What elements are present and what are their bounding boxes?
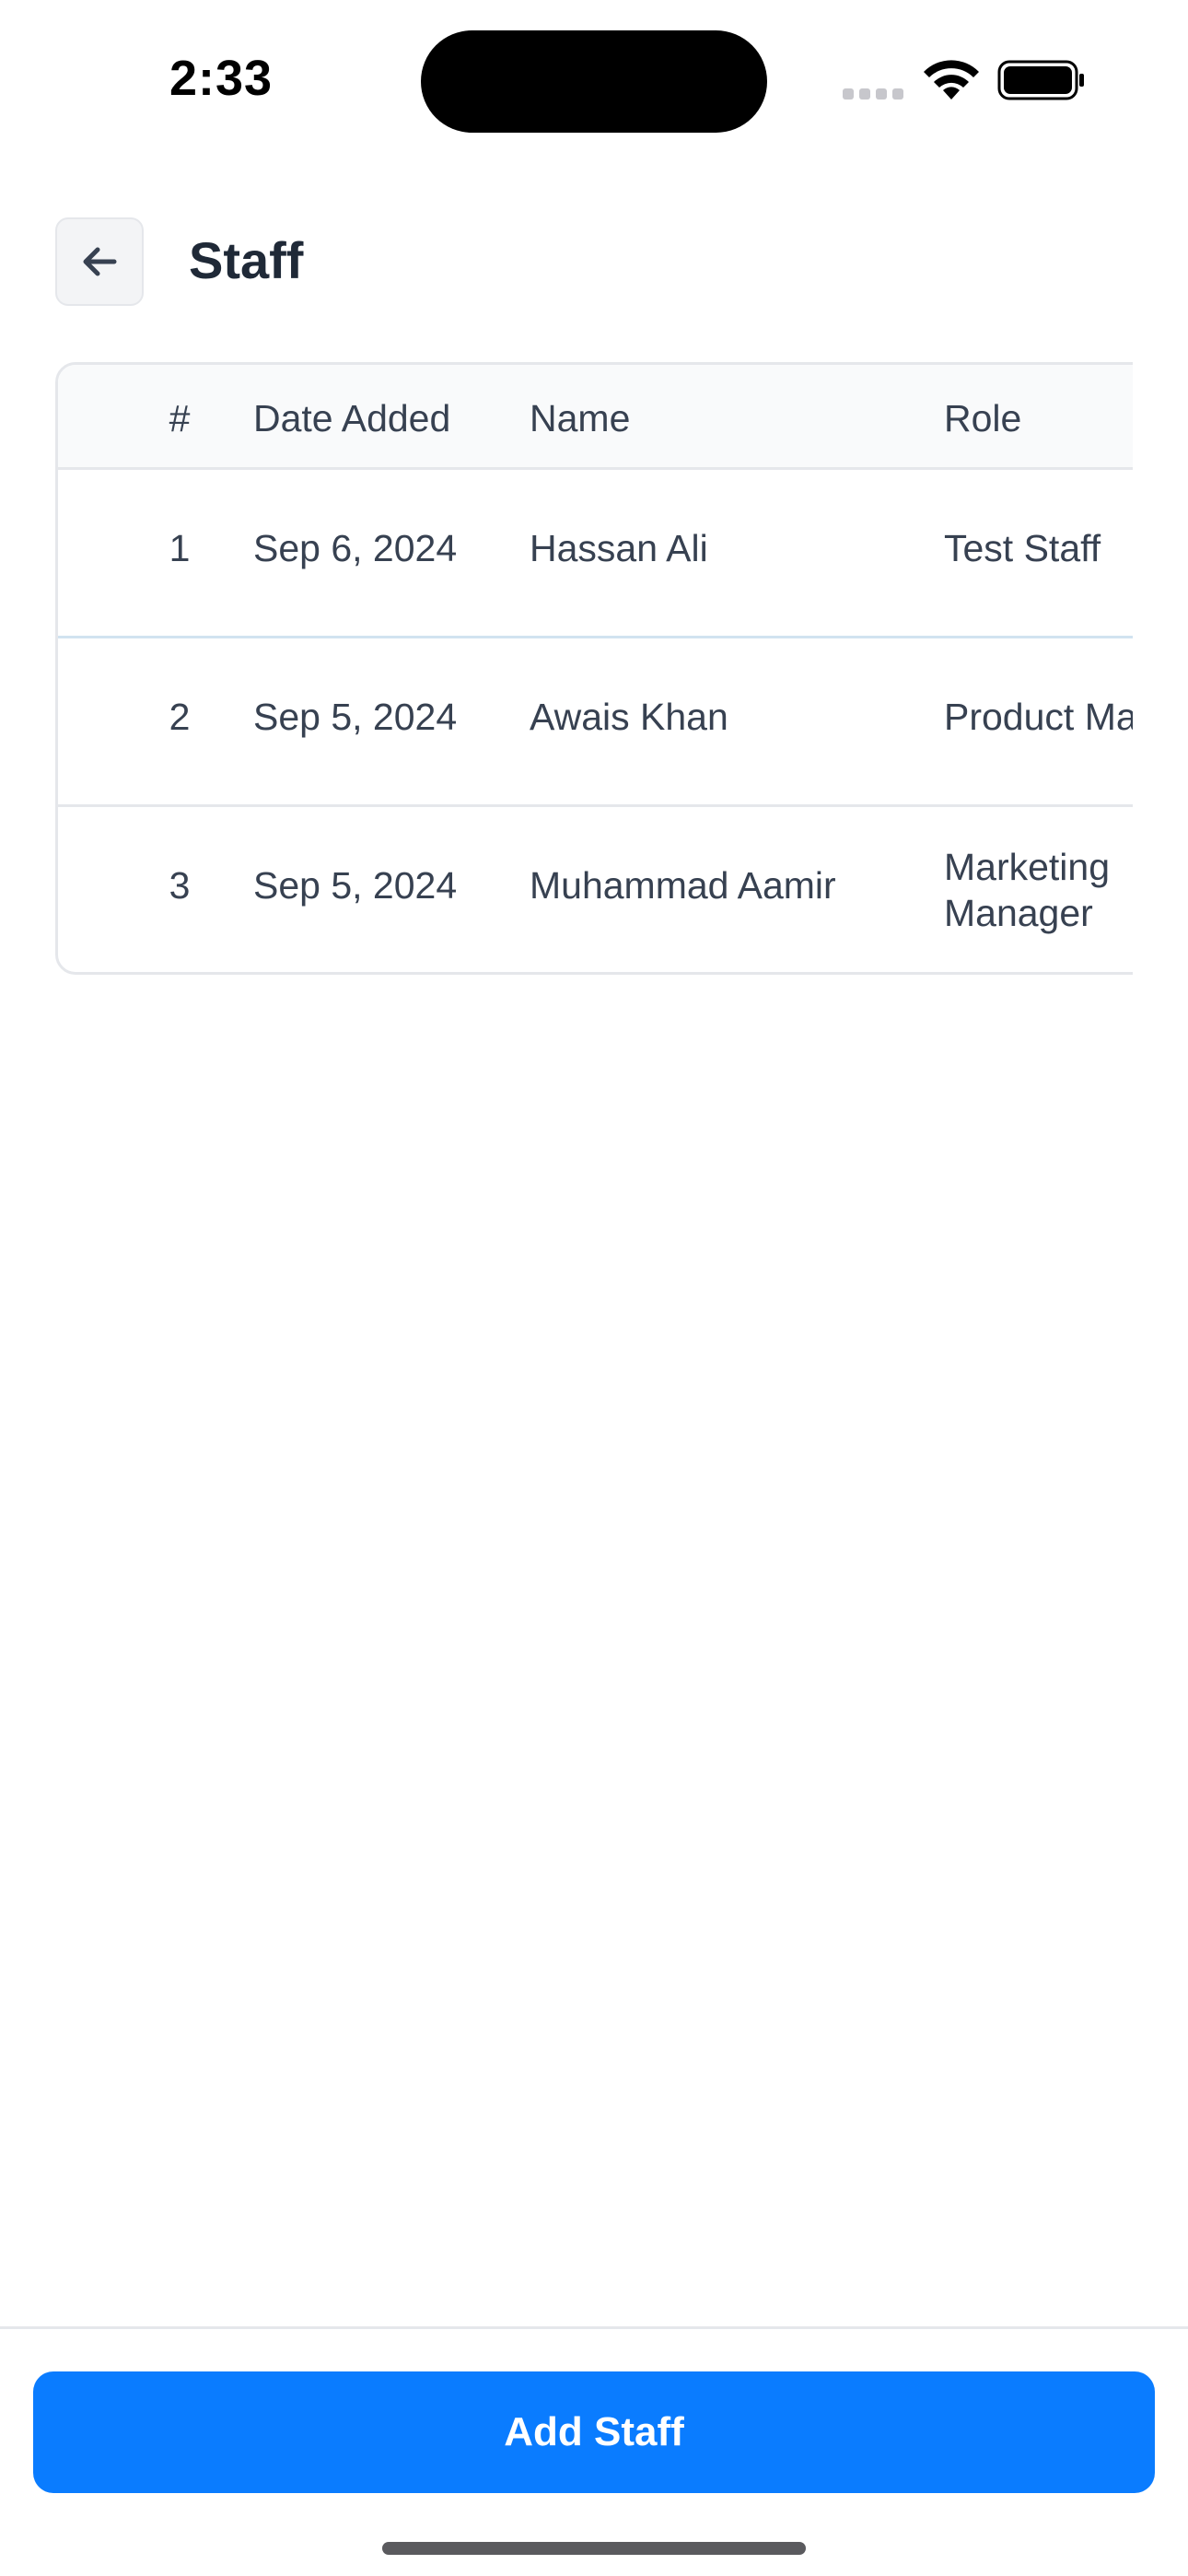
status-time: 2:33 — [169, 51, 274, 106]
status-bar: 2:33 — [0, 0, 1188, 157]
row-number: 1 — [169, 527, 191, 569]
row-role: Test Staff — [944, 527, 1101, 569]
row-date-added: Sep 5, 2024 — [253, 696, 458, 738]
staff-screen: 2:33 Staff # Date Added Name Role 1 Sep … — [0, 0, 1188, 2576]
bottom-divider — [0, 2326, 1188, 2329]
row-role: Product Ma — [944, 696, 1133, 738]
table-row[interactable]: 1 Sep 6, 2024 Hassan Ali Test Staff — [58, 470, 1133, 638]
staff-table-scroll[interactable]: # Date Added Name Role 1 Sep 6, 2024 Has… — [55, 362, 1133, 975]
back-button[interactable] — [55, 217, 144, 306]
add-staff-button[interactable]: Add Staff — [33, 2371, 1155, 2493]
staff-table: # Date Added Name Role 1 Sep 6, 2024 Has… — [55, 362, 1133, 975]
table-row[interactable]: 2 Sep 5, 2024 Awais Khan Product Ma — [58, 638, 1133, 807]
column-header-name: Name — [530, 397, 631, 439]
row-date-added: Sep 5, 2024 — [253, 864, 458, 907]
page-title: Staff — [189, 231, 304, 289]
wifi-icon — [924, 60, 979, 100]
home-indicator — [382, 2542, 806, 2555]
dynamic-island — [421, 30, 767, 133]
row-name: Awais Khan — [530, 696, 728, 738]
row-number: 2 — [169, 696, 191, 738]
row-number: 3 — [169, 864, 191, 907]
arrow-left-icon — [83, 247, 117, 276]
row-name: Muhammad Aamir — [530, 864, 836, 907]
column-header-role: Role — [944, 397, 1022, 439]
battery-icon — [997, 60, 1084, 100]
cellular-signal-icon — [843, 88, 903, 100]
row-name: Hassan Ali — [530, 527, 708, 569]
row-date-added: Sep 6, 2024 — [253, 527, 458, 569]
column-header-date-added: Date Added — [253, 397, 451, 439]
column-header-number: # — [169, 397, 191, 439]
table-header: # Date Added Name Role — [58, 365, 1133, 470]
row-role: Marketing Manager — [944, 846, 1111, 935]
table-row[interactable]: 3 Sep 5, 2024 Muhammad Aamir Marketing M… — [58, 807, 1133, 972]
